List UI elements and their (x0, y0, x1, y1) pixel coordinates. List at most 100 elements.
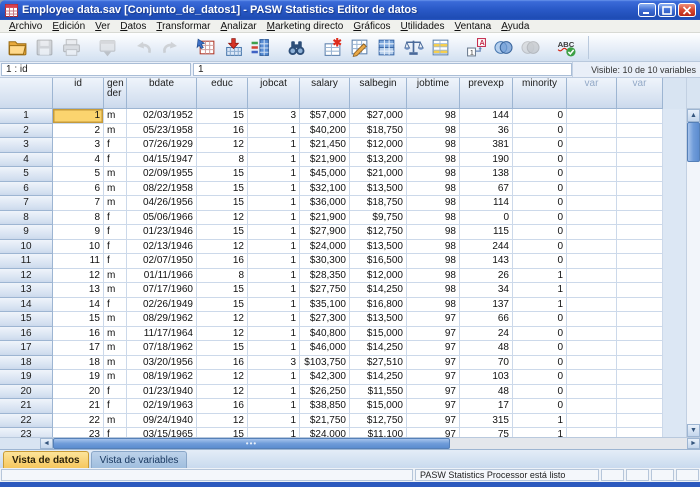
data-cell[interactable] (567, 269, 617, 284)
data-cell[interactable]: $27,900 (300, 225, 350, 240)
maximize-button[interactable] (658, 3, 676, 17)
data-cell[interactable]: 7 (53, 196, 104, 211)
data-cell[interactable]: $14,250 (350, 283, 407, 298)
data-cell[interactable]: 98 (407, 124, 460, 139)
data-cell[interactable]: f (104, 153, 127, 168)
row-number[interactable]: 11 (0, 254, 53, 269)
data-cell[interactable]: 1 (513, 414, 567, 429)
scroll-right-icon[interactable]: ► (687, 438, 700, 449)
data-cell[interactable]: 03/20/1956 (127, 356, 197, 371)
data-cell[interactable]: 1 (53, 109, 104, 124)
data-cell[interactable]: 12 (197, 211, 248, 226)
row-number[interactable]: 20 (0, 385, 53, 400)
data-cell[interactable] (617, 269, 663, 284)
horizontal-scrollbar[interactable]: ◄ ••• ► (0, 437, 700, 449)
data-cell[interactable] (567, 370, 617, 385)
data-cell[interactable]: 14 (53, 298, 104, 313)
data-cell[interactable] (567, 298, 617, 313)
data-cell[interactable]: 12 (197, 240, 248, 255)
menu-gr-ficos[interactable]: Gráficos (348, 21, 395, 32)
data-cell[interactable]: m (104, 109, 127, 124)
data-cell[interactable]: 0 (513, 254, 567, 269)
data-cell[interactable]: 98 (407, 182, 460, 197)
data-cell[interactable] (617, 138, 663, 153)
horizontal-scroll-thumb[interactable]: ••• (53, 438, 450, 449)
data-cell[interactable]: 3 (53, 138, 104, 153)
data-cell[interactable]: 15 (197, 225, 248, 240)
data-cell[interactable]: $13,500 (350, 240, 407, 255)
data-cell[interactable] (617, 109, 663, 124)
data-cell[interactable]: 190 (460, 153, 513, 168)
data-cell[interactable]: 07/18/1962 (127, 341, 197, 356)
data-cell[interactable]: m (104, 167, 127, 182)
data-cell[interactable]: 12 (197, 312, 248, 327)
spell-check-button[interactable]: ABC (553, 35, 579, 60)
data-cell[interactable]: 1 (248, 196, 300, 211)
data-cell[interactable] (617, 414, 663, 429)
data-cell[interactable]: 0 (513, 109, 567, 124)
data-cell[interactable]: 97 (407, 341, 460, 356)
data-cell[interactable]: 98 (407, 240, 460, 255)
data-cell[interactable] (567, 109, 617, 124)
menu-marketing-directo[interactable]: Marketing directo (262, 21, 349, 32)
select-cases-button[interactable] (427, 35, 453, 60)
data-cell[interactable]: 137 (460, 298, 513, 313)
data-cell[interactable]: 15 (197, 298, 248, 313)
data-cell[interactable]: 244 (460, 240, 513, 255)
data-cell[interactable]: f (104, 138, 127, 153)
data-cell[interactable]: $27,300 (300, 312, 350, 327)
row-number[interactable]: 7 (0, 196, 53, 211)
menu-ayuda[interactable]: Ayuda (496, 21, 534, 32)
data-cell[interactable]: 02/19/1963 (127, 399, 197, 414)
data-cell[interactable]: 02/09/1955 (127, 167, 197, 182)
data-cell[interactable]: $18,750 (350, 196, 407, 211)
data-cell[interactable]: 0 (513, 196, 567, 211)
data-cell[interactable]: 1 (248, 138, 300, 153)
data-cell[interactable]: $15,000 (350, 399, 407, 414)
data-cell[interactable]: 04/15/1947 (127, 153, 197, 168)
data-cell[interactable]: 0 (513, 124, 567, 139)
data-cell[interactable]: 48 (460, 341, 513, 356)
data-cell[interactable]: m (104, 124, 127, 139)
row-number[interactable]: 3 (0, 138, 53, 153)
data-cell[interactable]: 0 (513, 153, 567, 168)
data-cell[interactable]: 315 (460, 414, 513, 429)
horizontal-scroll-track[interactable] (450, 438, 687, 449)
row-number[interactable]: 22 (0, 414, 53, 429)
data-cell[interactable]: 98 (407, 298, 460, 313)
data-cell[interactable] (617, 370, 663, 385)
column-header-salary[interactable]: salary (300, 78, 350, 109)
data-cell[interactable]: 02/13/1946 (127, 240, 197, 255)
data-cell[interactable]: $21,450 (300, 138, 350, 153)
data-cell[interactable]: 15 (197, 341, 248, 356)
data-cell[interactable]: 97 (407, 312, 460, 327)
data-cell[interactable]: 98 (407, 196, 460, 211)
data-cell[interactable] (567, 196, 617, 211)
data-cell[interactable] (617, 428, 663, 437)
data-cell[interactable]: m (104, 269, 127, 284)
data-cell[interactable]: 97 (407, 399, 460, 414)
data-cell[interactable]: 1 (248, 414, 300, 429)
data-cell[interactable] (617, 356, 663, 371)
data-cell[interactable]: 01/23/1940 (127, 385, 197, 400)
menu-ver[interactable]: Ver (90, 21, 115, 32)
data-cell[interactable] (567, 385, 617, 400)
data-cell[interactable]: $42,300 (300, 370, 350, 385)
data-cell[interactable]: 67 (460, 182, 513, 197)
data-cell[interactable]: $13,500 (350, 182, 407, 197)
data-cell[interactable]: 08/29/1962 (127, 312, 197, 327)
data-cell[interactable]: 0 (513, 167, 567, 182)
data-cell[interactable]: 12 (197, 138, 248, 153)
data-cell[interactable]: 02/03/1952 (127, 109, 197, 124)
row-number[interactable]: 17 (0, 341, 53, 356)
data-cell[interactable]: 1 (248, 269, 300, 284)
data-cell[interactable]: $12,750 (350, 414, 407, 429)
data-cell[interactable]: 1 (513, 269, 567, 284)
goto-variable-button[interactable] (220, 35, 246, 60)
data-cell[interactable]: 97 (407, 327, 460, 342)
data-cell[interactable]: 1 (248, 341, 300, 356)
data-cell[interactable]: 144 (460, 109, 513, 124)
weight-cases-button[interactable] (400, 35, 426, 60)
row-number[interactable]: 23 (0, 428, 53, 437)
data-cell[interactable]: 12 (197, 385, 248, 400)
